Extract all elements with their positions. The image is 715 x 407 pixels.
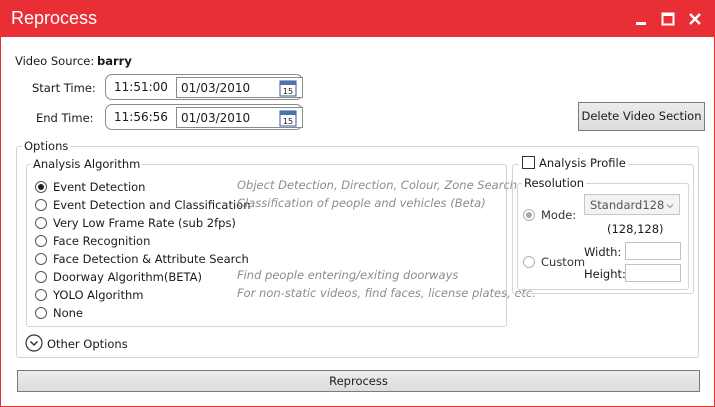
algorithm-label[interactable]: Face Detection & Attribute Search <box>53 252 249 266</box>
algorithm-description: Find people entering/exiting doorways <box>237 268 459 282</box>
radio-face-detection-attribute[interactable] <box>35 253 47 265</box>
options-title: Options <box>22 139 71 153</box>
video-source-label: Video Source: <box>15 54 95 68</box>
algorithm-label[interactable]: Face Recognition <box>53 234 150 248</box>
height-label: Height: <box>584 267 626 281</box>
radio-event-detection[interactable] <box>35 181 47 193</box>
calendar-icon[interactable]: 15 <box>279 79 297 97</box>
chevron-down-icon <box>665 200 675 210</box>
analysis-profile-header: Analysis Profile <box>519 156 628 170</box>
end-date-field[interactable]: 01/03/2010 15 <box>176 107 303 128</box>
radio-custom[interactable] <box>523 256 535 268</box>
width-label: Width: <box>584 245 622 259</box>
radio-event-detection-classification[interactable] <box>35 199 47 211</box>
reprocess-window: Reprocess Video Source: barry Start Time… <box>0 0 715 407</box>
algorithm-label[interactable]: Very Low Frame Rate (sub 2fps) <box>53 216 236 230</box>
height-input[interactable] <box>625 264 681 282</box>
width-input[interactable] <box>625 242 681 260</box>
start-date-text: 01/03/2010 <box>181 81 251 95</box>
end-date-text: 01/03/2010 <box>181 111 251 125</box>
radio-none[interactable] <box>35 307 47 319</box>
radio-yolo-algorithm[interactable] <box>35 289 47 301</box>
radio-very-low-frame-rate[interactable] <box>35 217 47 229</box>
algorithm-label[interactable]: Event Detection <box>53 180 145 194</box>
mode-select-value: Standard128 <box>590 198 665 212</box>
minimize-icon[interactable] <box>633 11 649 27</box>
start-time-picker: 11:51:00 01/03/2010 15 <box>105 74 303 100</box>
algorithm-label[interactable]: YOLO Algorithm <box>53 288 143 302</box>
analysis-algorithm-title: Analysis Algorithm <box>31 157 143 171</box>
reprocess-button[interactable]: Reprocess <box>17 370 700 392</box>
end-time-field[interactable]: 11:56:56 <box>114 110 168 124</box>
algorithm-label[interactable]: None <box>53 306 83 320</box>
resolution-title: Resolution <box>522 176 587 190</box>
algorithm-description: Object Detection, Direction, Colour, Zon… <box>237 178 518 192</box>
start-time-field[interactable]: 11:51:00 <box>114 80 168 94</box>
window-title: Reprocess <box>11 8 98 28</box>
algorithm-description: Classification of people and vehicles (B… <box>237 196 486 210</box>
maximize-icon[interactable] <box>660 11 676 27</box>
custom-label[interactable]: Custom <box>541 255 585 269</box>
calendar-day-text: 15 <box>283 117 293 126</box>
close-icon[interactable] <box>687 11 703 27</box>
delete-video-section-button[interactable]: Delete Video Section <box>578 102 705 131</box>
algorithm-label[interactable]: Doorway Algorithm(BETA) <box>53 270 202 284</box>
analysis-profile-label[interactable]: Analysis Profile <box>539 156 626 170</box>
chevron-down-icon[interactable] <box>25 334 43 352</box>
analysis-profile-checkbox[interactable] <box>522 156 535 169</box>
radio-face-recognition[interactable] <box>35 235 47 247</box>
mode-label[interactable]: Mode: <box>541 208 576 222</box>
mode-select[interactable]: Standard128 <box>584 194 680 215</box>
calendar-icon[interactable]: 15 <box>279 109 297 127</box>
mode-dimensions: (128,128) <box>607 222 664 236</box>
algorithm-description: For non-static videos, find faces, licen… <box>237 286 536 300</box>
start-time-label: Start Time: <box>32 81 96 95</box>
algorithm-label[interactable]: Event Detection and Classification <box>53 198 251 212</box>
other-options-toggle[interactable]: Other Options <box>47 337 128 351</box>
video-source-value: barry <box>97 54 132 68</box>
radio-mode[interactable] <box>523 209 535 221</box>
calendar-day-text: 15 <box>283 87 293 96</box>
start-date-field[interactable]: 01/03/2010 15 <box>176 77 303 98</box>
end-time-picker: 11:56:56 01/03/2010 15 <box>105 104 303 130</box>
end-time-label: End Time: <box>36 111 94 125</box>
radio-doorway-algorithm[interactable] <box>35 271 47 283</box>
title-bar: Reprocess <box>1 1 714 37</box>
